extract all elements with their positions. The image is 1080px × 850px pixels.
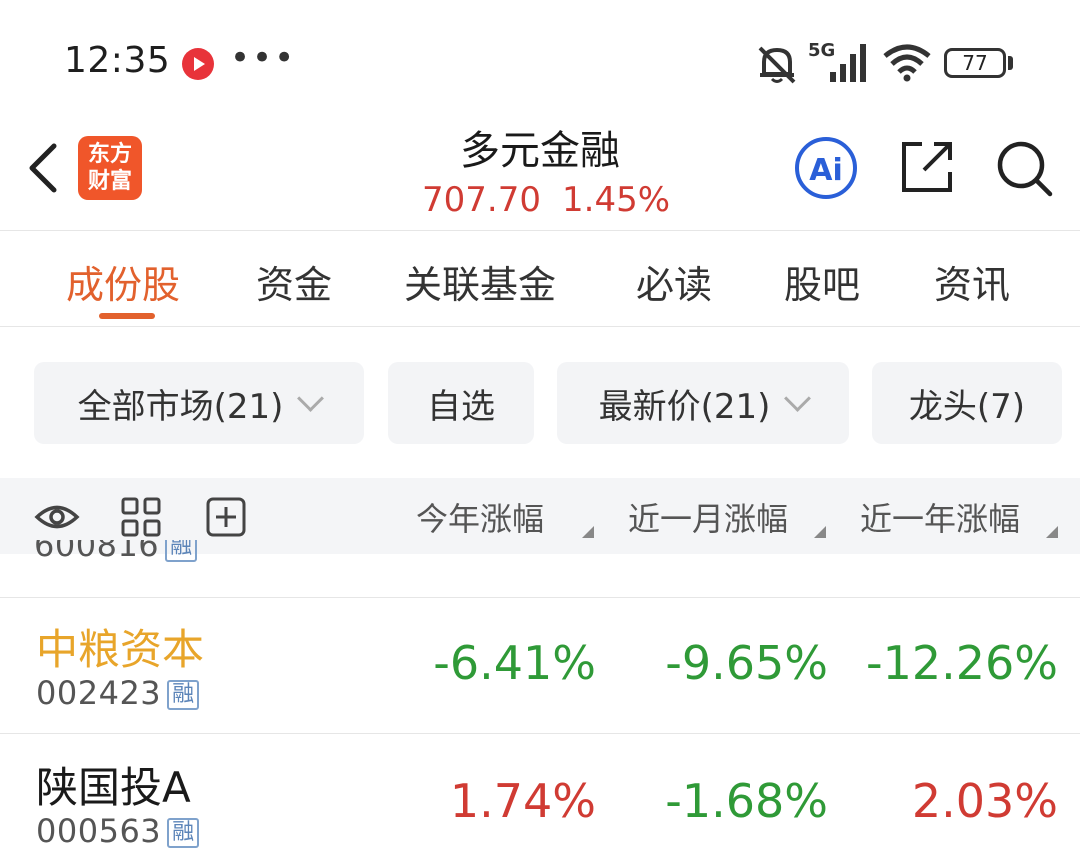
table-row[interactable]: 陕国投A 000563 融 1.74% -1.68% 2.03%: [0, 734, 1080, 850]
cellular-signal-icon: 5G: [808, 40, 866, 82]
header-divider: [0, 230, 1080, 231]
column-header-year[interactable]: 近一年涨幅: [860, 494, 1020, 540]
stock-code: 600816: [34, 540, 160, 564]
sort-indicator-icon: [814, 526, 826, 538]
tab-related-funds[interactable]: 关联基金: [404, 254, 556, 309]
stock-code: 000563: [36, 812, 162, 850]
ai-assistant-icon[interactable]: Ai: [792, 136, 860, 200]
index-price: 707.70: [422, 180, 541, 220]
leaders-filter-label: 龙头(7): [908, 386, 1026, 427]
status-time: 12:35: [64, 40, 171, 81]
add-stock-icon[interactable]: [206, 497, 246, 537]
tab-funds-flow[interactable]: 资金: [256, 254, 332, 309]
column-header-month[interactable]: 近一月涨幅: [628, 494, 788, 540]
stock-code: 002423: [36, 674, 162, 712]
sort-indicator-icon: [1046, 526, 1058, 538]
column-header-ytd[interactable]: 今年涨幅: [416, 494, 544, 540]
mute-icon: [758, 46, 796, 84]
tab-constituents[interactable]: 成份股: [66, 254, 180, 309]
battery-icon: 77: [944, 48, 1006, 78]
market-filter-dropdown[interactable]: 全部市场(21): [34, 362, 364, 444]
index-change-pct: 1.45%: [562, 180, 671, 220]
wifi-icon: [883, 44, 931, 82]
table-row[interactable]: 600816 融: [34, 540, 198, 580]
sort-indicator-icon: [582, 526, 594, 538]
grid-layout-icon[interactable]: [120, 496, 162, 538]
svg-text:5G: 5G: [808, 40, 835, 61]
stock-name: 中粮资本: [36, 625, 205, 674]
tab-news[interactable]: 资讯: [934, 254, 1010, 309]
active-tab-indicator: [99, 313, 155, 319]
latest-price-filter-label: 最新价(21): [598, 386, 771, 427]
watchlist-filter-label: 自选: [427, 386, 495, 427]
watchlist-filter-button[interactable]: 自选: [388, 362, 534, 444]
tabs-divider: [0, 326, 1080, 327]
search-icon[interactable]: [994, 138, 1054, 198]
year-change: -12.26%: [866, 636, 1058, 690]
leaders-filter-button[interactable]: 龙头(7): [872, 362, 1062, 444]
stock-name: 陕国投A: [36, 763, 191, 812]
latest-price-filter-dropdown[interactable]: 最新价(21): [557, 362, 849, 444]
year-change: 2.03%: [911, 774, 1058, 828]
margin-trading-badge: 融: [167, 680, 200, 710]
tab-forum[interactable]: 股吧: [784, 254, 860, 309]
svg-text:Ai: Ai: [809, 153, 843, 188]
margin-trading-badge: 融: [165, 540, 198, 562]
market-filter-label: 全部市场(21): [77, 386, 284, 427]
eye-icon[interactable]: [34, 498, 80, 536]
chevron-down-icon: [784, 384, 812, 412]
more-notifications-icon: •••: [230, 38, 297, 78]
tab-must-read[interactable]: 必读: [636, 254, 712, 309]
table-row[interactable]: 中粮资本 002423 融 -6.41% -9.65% -12.26%: [0, 598, 1080, 732]
screen-record-icon: [182, 48, 214, 80]
share-icon[interactable]: [896, 136, 958, 198]
battery-tip: [1008, 56, 1013, 70]
chevron-down-icon: [297, 384, 325, 412]
margin-trading-badge: 融: [167, 818, 200, 848]
